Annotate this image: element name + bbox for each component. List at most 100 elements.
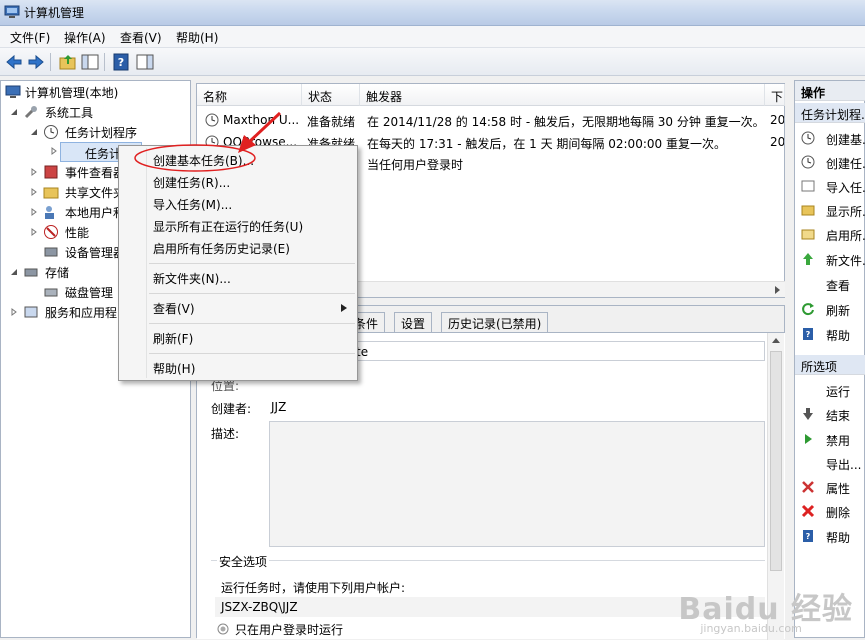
scroll-thumb[interactable] <box>770 351 782 571</box>
forward-icon[interactable] <box>26 52 46 72</box>
up-folder-icon[interactable] <box>58 52 78 72</box>
description-field[interactable] <box>269 421 765 547</box>
tab-settings[interactable]: 设置 <box>394 312 433 332</box>
column-header-name[interactable]: 名称 <box>197 84 302 106</box>
menu-bar: 文件(F) 操作(A) 查看(V) 帮助(H) <box>0 26 865 48</box>
back-icon[interactable] <box>4 52 24 72</box>
column-header-trigger[interactable]: 触发器 <box>360 84 765 106</box>
tree-item-root[interactable]: 计算机管理(本地) <box>1 82 191 102</box>
action-help[interactable]: ? 帮助 <box>795 323 865 345</box>
menu-item-view[interactable]: 查看(V) <box>153 300 195 317</box>
new-folder-icon <box>803 253 813 265</box>
svg-text:?: ? <box>118 56 124 69</box>
radio-logged-on-label: 只在用户登录时运行 <box>235 623 344 637</box>
chevron-right-icon[interactable] <box>50 147 58 155</box>
menu-item-new-folder[interactable]: 新文件夹(N)... <box>153 270 231 287</box>
scroll-up-icon[interactable] <box>772 337 780 345</box>
action-import-task[interactable]: 导入任... <box>795 175 865 197</box>
action-run[interactable]: 运行 <box>795 379 865 401</box>
show-running-icon <box>801 205 815 216</box>
services-icon <box>24 306 38 318</box>
show-hide-action-pane-icon[interactable] <box>135 52 155 72</box>
tree-item-label: 系统工具 <box>45 106 94 120</box>
author-label: 创建者: <box>211 402 252 416</box>
device-manager-icon <box>44 247 58 257</box>
account-value: JSZX-ZBQ\JJZ <box>221 600 298 614</box>
delete-icon <box>801 504 815 518</box>
action-refresh[interactable]: 刷新 <box>795 298 865 320</box>
tab-history[interactable]: 历史记录(已禁用) <box>441 312 549 332</box>
chevron-right-icon[interactable] <box>30 168 38 176</box>
tree-item-label: 任务计 <box>85 147 122 161</box>
action-disable[interactable]: 禁用 <box>795 428 865 450</box>
computer-management-icon <box>5 85 21 98</box>
action-label: 帮助 <box>826 329 851 343</box>
menu-file[interactable]: 文件(F) <box>8 29 52 46</box>
chevron-down-icon[interactable] <box>10 268 18 276</box>
chevron-right-icon[interactable] <box>30 188 38 196</box>
action-label: 运行 <box>826 385 851 399</box>
menu-item-show-running[interactable]: 显示所有正在运行的任务(U) <box>153 218 303 235</box>
tree-item-label: 性能 <box>65 226 90 240</box>
menu-item-refresh[interactable]: 刷新(F) <box>153 330 193 347</box>
storage-icon <box>24 268 38 277</box>
menu-item-enable-history[interactable]: 启用所有任务历史记录(E) <box>153 240 290 257</box>
task-trigger: 在 2014/11/28 的 14:58 时 - 触发后，无限期地每隔 30 分… <box>367 115 763 129</box>
task-name: Maxthon U... <box>223 113 299 127</box>
tree-item-label: 磁盘管理 <box>65 286 114 300</box>
actions-section-task-scheduler[interactable]: 任务计划程... <box>795 103 865 123</box>
chevron-right-icon[interactable] <box>10 308 18 316</box>
menu-separator <box>149 263 355 264</box>
action-enable-history[interactable]: 启用所... <box>795 223 865 245</box>
action-label: 显示所... <box>826 205 865 219</box>
task-trigger: 当任何用户登录时 <box>367 158 464 172</box>
radio-button[interactable] <box>217 623 229 635</box>
menu-item-create-task[interactable]: 创建任务(R)... <box>153 174 230 191</box>
action-export[interactable]: 导出... <box>795 452 865 474</box>
toolbar-separator <box>104 53 105 71</box>
tree-item-task-scheduler[interactable]: 任务计划程序 <box>1 122 191 142</box>
action-new-folder[interactable]: 新文件... <box>795 248 865 270</box>
scroll-right-icon[interactable] <box>773 286 781 294</box>
menu-item-import-task[interactable]: 导入任务(M)... <box>153 196 232 213</box>
menu-item-create-basic-task[interactable]: 创建基本任务(B)... <box>153 152 254 169</box>
tree-item-system-tools[interactable]: 系统工具 <box>1 102 191 122</box>
chevron-down-icon[interactable] <box>10 108 18 116</box>
svg-text:?: ? <box>806 532 811 541</box>
action-create-basic-task[interactable]: 创建基... <box>795 127 865 149</box>
clock-icon <box>44 125 58 139</box>
action-label: 新文件... <box>826 254 865 268</box>
chevron-right-icon[interactable] <box>30 208 38 216</box>
task-status: 准备就绪 <box>307 115 356 129</box>
performance-icon <box>44 225 58 239</box>
action-end[interactable]: 结束 <box>795 403 865 425</box>
table-row[interactable]: Maxthon U... 准备就绪 在 2014/11/28 的 14:58 时… <box>197 110 785 130</box>
action-help-selected[interactable]: ? 帮助 <box>795 525 865 547</box>
help-icon[interactable]: ? <box>111 52 131 72</box>
action-show-running[interactable]: 显示所... <box>795 199 865 221</box>
help-icon: ? <box>803 328 813 340</box>
menu-item-help[interactable]: 帮助(H) <box>153 360 195 377</box>
action-properties[interactable]: 属性 <box>795 476 865 498</box>
action-view[interactable]: 查看 <box>795 273 865 295</box>
help-icon: ? <box>803 530 813 542</box>
menu-help[interactable]: 帮助(H) <box>174 29 220 46</box>
title-bar: 计算机管理 <box>0 0 865 26</box>
actions-section-selected[interactable]: 所选项 <box>795 355 865 375</box>
column-header-status[interactable]: 状态 <box>302 84 360 106</box>
chevron-right-icon[interactable] <box>30 228 38 236</box>
chevron-down-icon[interactable] <box>30 128 38 136</box>
menu-action[interactable]: 操作(A) <box>62 29 108 46</box>
action-create-task[interactable]: 创建任... <box>795 151 865 173</box>
action-label: 删除 <box>826 506 851 520</box>
action-delete[interactable]: 删除 <box>795 500 865 522</box>
run-as-label: 运行任务时，请使用下列用户帐户: <box>221 581 406 595</box>
tree-item-label: 共享文件夹 <box>65 186 126 200</box>
task-next-run: 20 <box>770 135 784 149</box>
column-header-next-run[interactable]: 下 <box>765 84 785 106</box>
menu-view[interactable]: 查看(V) <box>118 29 164 46</box>
menu-gutter <box>146 148 147 378</box>
show-hide-tree-icon[interactable] <box>80 52 100 72</box>
task-trigger: 在每天的 17:31 - 触发后，在 1 天 期间每隔 02:00:00 重复一… <box>367 137 726 151</box>
refresh-icon <box>802 303 814 316</box>
